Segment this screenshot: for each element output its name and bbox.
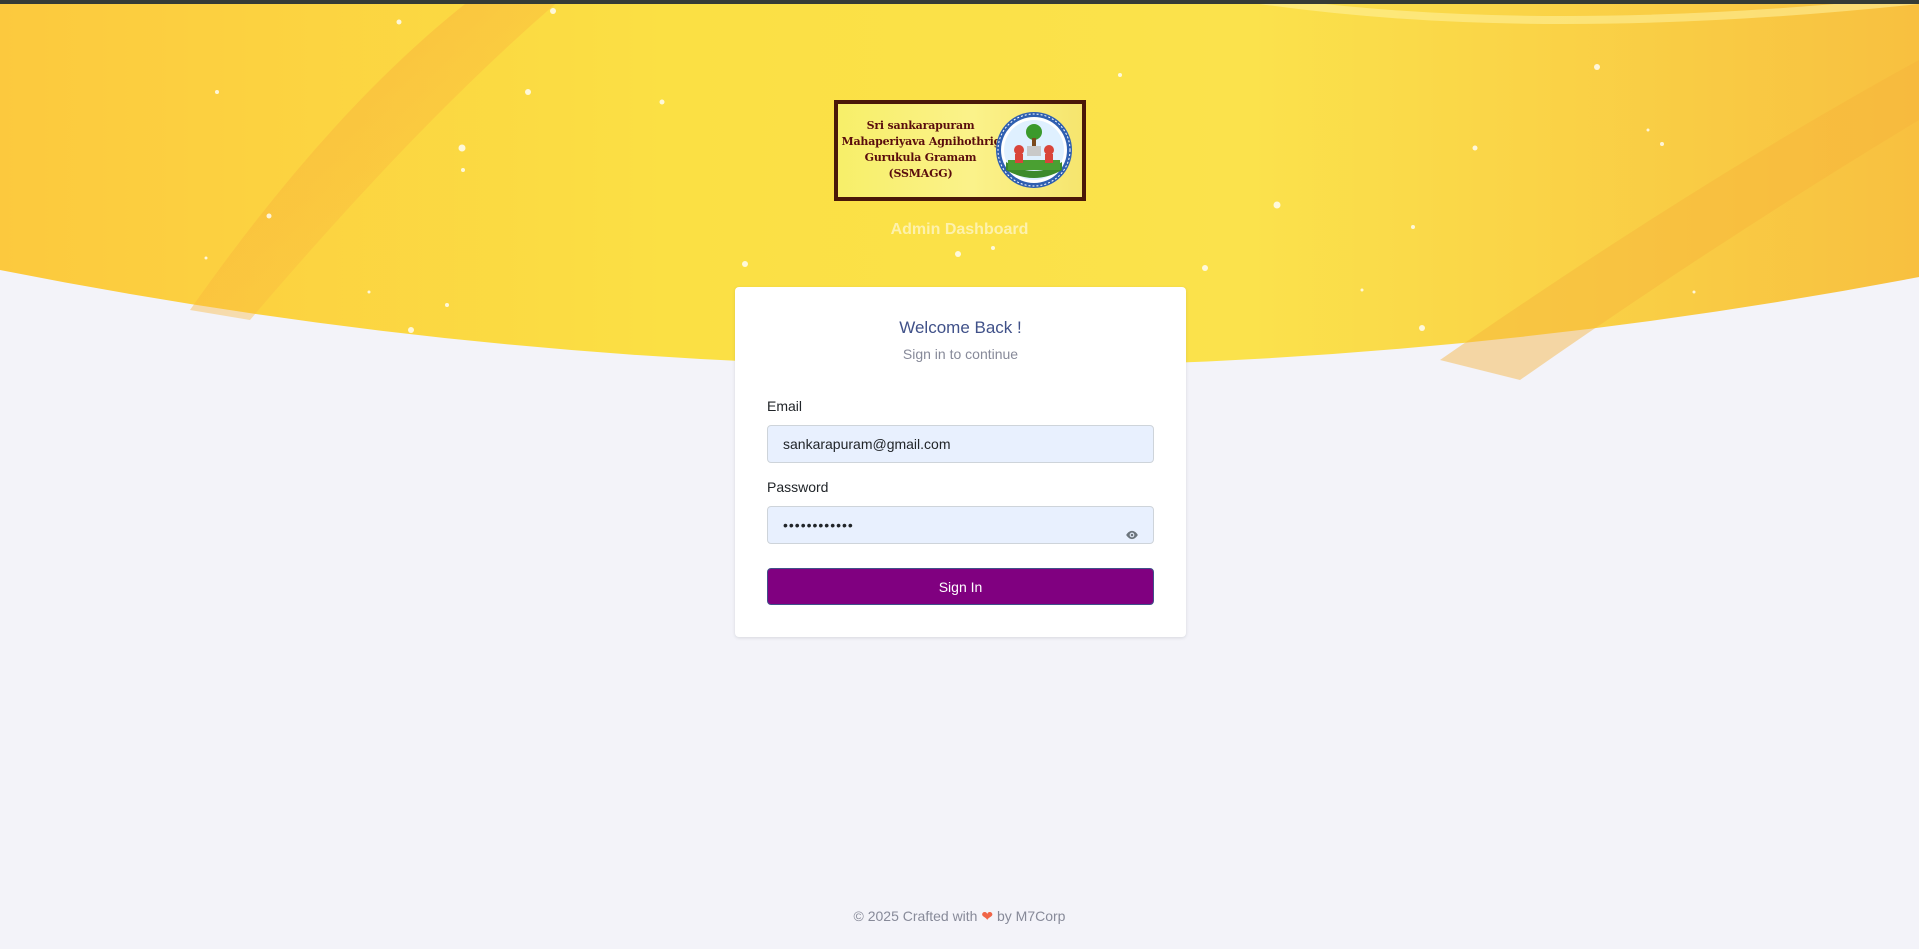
logo-line: (SSMAGG) bbox=[888, 167, 953, 180]
eye-icon bbox=[1126, 530, 1138, 540]
password-label: Password bbox=[767, 479, 829, 495]
brand-header: Sri sankarapuram Mahaperiyava Agnihothri… bbox=[0, 100, 1919, 239]
org-logo: Sri sankarapuram Mahaperiyava Agnihothri… bbox=[833, 100, 1086, 201]
sign-in-button[interactable]: Sign In bbox=[767, 568, 1154, 605]
logo-line: Sri sankarapuram bbox=[866, 119, 975, 132]
welcome-title: Welcome Back ! bbox=[899, 318, 1022, 337]
footer-prefix: © 2025 Crafted with bbox=[853, 908, 978, 924]
password-field[interactable] bbox=[767, 506, 1154, 544]
email-field[interactable] bbox=[767, 425, 1154, 463]
admin-dashboard-subtitle: Admin Dashboard bbox=[890, 221, 1029, 238]
seal-emblem-icon bbox=[995, 112, 1072, 188]
password-toggle-button[interactable] bbox=[1116, 519, 1148, 551]
footer: © 2025 Crafted with ❤ by M7Corp bbox=[0, 908, 1919, 925]
logo-text: Sri sankarapuram Mahaperiyava Agnihothri… bbox=[841, 118, 1013, 182]
signin-subtitle: Sign in to continue bbox=[902, 346, 1019, 362]
footer-suffix: by M7Corp bbox=[996, 908, 1066, 924]
heart-icon: ❤ bbox=[981, 908, 994, 924]
logo-line: Mahaperiyava Agnihothrigal bbox=[841, 135, 1013, 148]
top-border bbox=[0, 0, 1919, 4]
login-card: Welcome Back ! Sign in to continue Email… bbox=[735, 287, 1186, 637]
logo-line: Gurukula Gramam bbox=[864, 151, 977, 164]
email-label: Email bbox=[767, 398, 803, 414]
